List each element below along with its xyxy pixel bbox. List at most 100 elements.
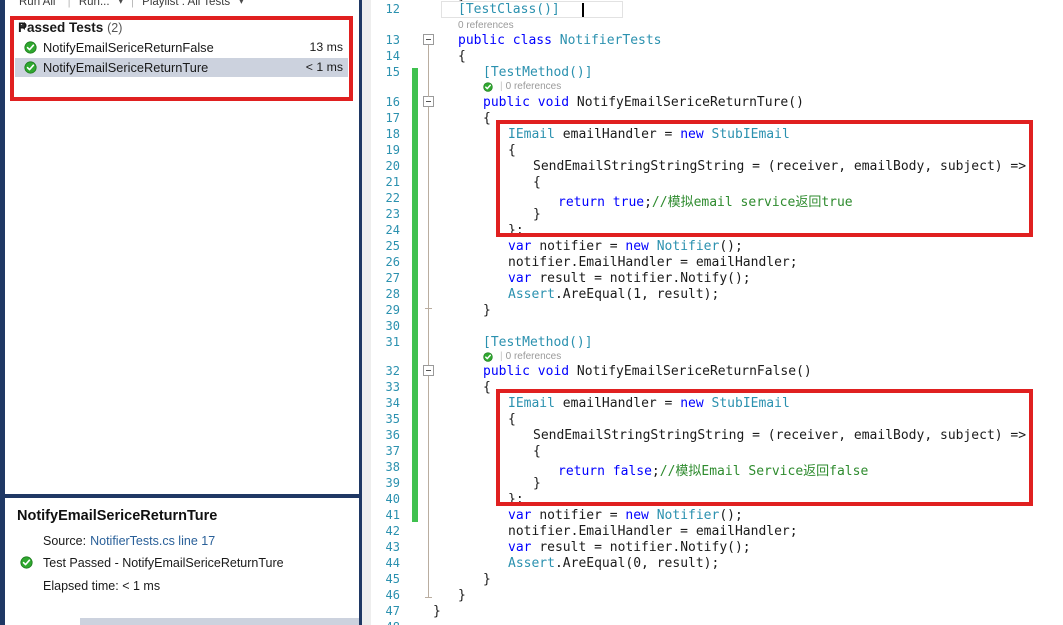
codelens-method-2[interactable]: | 0 references: [497, 351, 561, 362]
line-number: 24: [385, 223, 400, 237]
passed-tests-group-header[interactable]: Passed Tests (2): [18, 20, 122, 35]
line-number: 46: [385, 588, 400, 602]
fold-guide-line: [428, 45, 429, 97]
run-menu-button[interactable]: Run...: [79, 0, 110, 8]
playlist-chevron-down-icon[interactable]: ▾: [239, 0, 243, 6]
line-number: 48: [372, 620, 400, 625]
line-number: 23: [385, 207, 400, 221]
code-line-28[interactable]: Assert.AreEqual(1, result);: [508, 287, 719, 302]
line-number: 32: [385, 364, 400, 378]
code-editor[interactable]: 12 13 14 15 16 17 18 19 20 21 22 23 24 2…: [362, 0, 1063, 625]
codelens-method-2-references: 0 references: [505, 351, 562, 362]
line-number: 21: [385, 175, 400, 189]
line-number: 26: [385, 255, 400, 269]
code-line-45[interactable]: }: [483, 572, 491, 587]
code-line-47[interactable]: }: [433, 604, 441, 619]
line-number: 44: [385, 556, 400, 570]
code-line-39[interactable]: }: [533, 476, 541, 491]
run-menu-chevron-down-icon[interactable]: ▾: [119, 0, 123, 6]
code-line-37[interactable]: {: [533, 444, 541, 459]
line-number: 13: [385, 33, 400, 47]
code-line-42[interactable]: notifier.EmailHandler = emailHandler;: [508, 524, 798, 539]
pass-check-icon: [483, 82, 493, 92]
table-row[interactable]: NotifyEmailSericeReturnFalse 13 ms: [15, 38, 348, 57]
test-explorer-toolbar: Run All | Run... ▾ | Playlist : All Test…: [5, 0, 359, 13]
line-number: 25: [385, 239, 400, 253]
code-line-35[interactable]: {: [508, 412, 516, 427]
code-line-46[interactable]: }: [458, 588, 466, 603]
line-number: 37: [385, 444, 400, 458]
code-line-17[interactable]: {: [483, 111, 491, 126]
fold-toggle-method-1[interactable]: [423, 96, 434, 107]
code-line-15[interactable]: [TestMethod()]: [483, 65, 593, 80]
toolbar-separator-2: |: [130, 0, 134, 8]
test-name: NotifyEmailSericeReturnFalse: [43, 40, 214, 55]
code-line-25[interactable]: var notifier = new Notifier();: [508, 239, 743, 254]
line-number: 42: [385, 524, 400, 538]
line-number: 14: [385, 49, 400, 63]
code-line-21[interactable]: {: [533, 175, 541, 190]
fold-toggle-method-2[interactable]: [423, 365, 434, 376]
pass-check-icon: [24, 41, 37, 54]
code-line-43[interactable]: var result = notifier.Notify();: [508, 540, 751, 555]
codelens-class-references[interactable]: 0 references: [458, 20, 514, 31]
code-line-33[interactable]: {: [483, 380, 491, 395]
fold-end-tick: [425, 597, 432, 598]
text-caret: [582, 3, 584, 17]
test-detail-pane: NotifyEmailSericeReturnTure Source: Notif…: [5, 498, 359, 625]
editor-selection-margin: [362, 0, 371, 625]
detail-source-row: Source: NotifierTests.cs line 17: [43, 534, 215, 548]
passed-tests-group-label: Passed Tests: [18, 20, 104, 35]
detail-result-text: Test Passed - NotifyEmailSericeReturnTur…: [43, 556, 284, 570]
code-line-16[interactable]: public void NotifyEmailSericeReturnTure(…: [483, 95, 804, 110]
line-number: 43: [385, 540, 400, 554]
code-line-32[interactable]: public void NotifyEmailSericeReturnFalse…: [483, 364, 812, 379]
line-number: 40: [385, 492, 400, 506]
code-line-13[interactable]: public class NotifierTests: [458, 33, 662, 48]
line-number: 45: [385, 572, 400, 586]
playlist-button[interactable]: Playlist : All Tests: [142, 0, 230, 8]
code-line-20[interactable]: SendEmailStringStringString = (receiver,…: [533, 159, 1026, 174]
line-number: 35: [385, 412, 400, 426]
code-line-26[interactable]: notifier.EmailHandler = emailHandler;: [508, 255, 798, 270]
code-line-34[interactable]: IEmail emailHandler = new StubIEmail: [508, 396, 790, 411]
code-line-36[interactable]: SendEmailStringStringString = (receiver,…: [533, 428, 1026, 443]
line-number: 18: [385, 127, 400, 141]
code-line-40[interactable]: };: [508, 492, 524, 507]
code-line-14[interactable]: {: [458, 49, 466, 64]
code-line-44[interactable]: Assert.AreEqual(0, result);: [508, 556, 719, 571]
code-line-38[interactable]: return false;//模拟Email Service返回false: [558, 460, 868, 479]
code-line-31[interactable]: [TestMethod()]: [483, 335, 593, 350]
code-line-27[interactable]: var result = notifier.Notify();: [508, 271, 751, 286]
code-line-18[interactable]: IEmail emailHandler = new StubIEmail: [508, 127, 790, 142]
detail-source-label: Source:: [43, 534, 87, 548]
code-line-29[interactable]: }: [483, 303, 491, 318]
fold-toggle-class[interactable]: [423, 34, 434, 45]
code-line-24[interactable]: };: [508, 223, 524, 238]
vs-test-explorer-screen: Run All | Run... ▾ | Playlist : All Test…: [0, 0, 1063, 625]
unsaved-changes-bar: [412, 68, 418, 522]
toolbar-separator-1: |: [67, 0, 71, 8]
line-number: 41: [385, 508, 400, 522]
codelens-separator: |: [500, 351, 503, 362]
line-number: 15: [385, 65, 400, 79]
code-line-12[interactable]: [TestClass()]: [458, 2, 560, 17]
pass-check-icon: [24, 61, 37, 74]
codelens-method-1[interactable]: | 0 references: [497, 81, 561, 92]
line-number: 34: [385, 396, 400, 410]
run-all-button[interactable]: Run All: [19, 0, 55, 8]
code-line-23[interactable]: }: [533, 207, 541, 222]
line-number: 28: [385, 287, 400, 301]
line-number: 19: [385, 143, 400, 157]
code-line-22[interactable]: return true;//模拟email service返回true: [558, 191, 853, 210]
test-duration: < 1 ms: [305, 60, 343, 74]
code-line-19[interactable]: {: [508, 143, 516, 158]
detail-elapsed-text: Elapsed time: < 1 ms: [43, 579, 161, 593]
code-line-41[interactable]: var notifier = new Notifier();: [508, 508, 743, 523]
line-number: 20: [385, 159, 400, 173]
detail-source-link[interactable]: NotifierTests.cs line 17: [90, 534, 215, 548]
pass-check-icon: [483, 352, 493, 362]
line-number: 47: [385, 604, 400, 618]
line-number: 38: [385, 460, 400, 474]
table-row[interactable]: NotifyEmailSericeReturnTure < 1 ms: [15, 58, 348, 77]
